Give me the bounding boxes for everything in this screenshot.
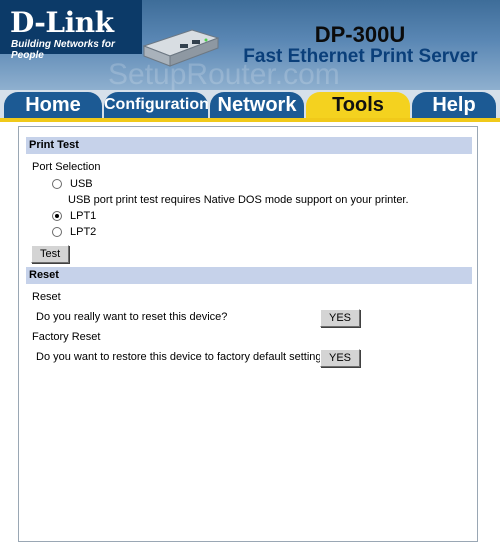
port-option-lpt1[interactable]: LPT1 bbox=[26, 208, 472, 224]
tab-tools[interactable]: Tools bbox=[306, 92, 410, 118]
nav-underline bbox=[0, 118, 500, 122]
tab-home[interactable]: Home bbox=[4, 92, 102, 118]
reset-question: Do you really want to reset this device? bbox=[36, 311, 228, 323]
port-selection-label: Port Selection bbox=[32, 161, 101, 173]
factory-yes-button[interactable]: YES bbox=[320, 349, 361, 367]
lpt1-label: LPT1 bbox=[70, 210, 97, 222]
print-test-heading: Print Test bbox=[26, 137, 472, 154]
header-banner: SetupRouter.com D-Link Building Networks… bbox=[0, 0, 500, 90]
dlink-logo: D-Link bbox=[10, 6, 114, 39]
factory-question: Do you want to restore this device to fa… bbox=[36, 351, 328, 363]
factory-reset-label: Factory Reset bbox=[32, 331, 101, 343]
lpt2-radio[interactable] bbox=[52, 227, 62, 237]
reset-yes-button[interactable]: YES bbox=[320, 309, 361, 327]
tab-network[interactable]: Network bbox=[210, 92, 304, 118]
tab-configuration[interactable]: Configuration bbox=[104, 92, 209, 118]
reset-label: Reset bbox=[32, 291, 61, 303]
tab-help[interactable]: Help bbox=[412, 92, 496, 118]
usb-radio[interactable] bbox=[52, 179, 62, 189]
usb-label: USB bbox=[70, 178, 93, 190]
reset-question-row: Do you really want to reset this device?… bbox=[26, 306, 472, 328]
print-server-device-icon bbox=[142, 29, 220, 67]
content-area: Print Test Port Selection USB USB port p… bbox=[26, 137, 472, 368]
model-name: DP-300U bbox=[314, 22, 406, 47]
port-option-lpt2[interactable]: LPT2 bbox=[26, 224, 472, 240]
lpt2-label: LPT2 bbox=[70, 226, 97, 238]
lpt1-radio[interactable] bbox=[52, 211, 62, 221]
test-button[interactable]: Test bbox=[31, 245, 70, 263]
product-name: Fast Ethernet Print Server bbox=[243, 46, 478, 67]
logo-tagline: Building Networks for People bbox=[11, 39, 115, 61]
logo-box: D-Link Building Networks for People bbox=[0, 0, 142, 61]
factory-question-row: Do you want to restore this device to fa… bbox=[26, 346, 472, 368]
usb-note: USB port print test requires Native DOS … bbox=[68, 194, 409, 206]
nav-bar: Home Configuration Network Tools Help bbox=[0, 90, 500, 120]
reset-heading: Reset bbox=[26, 267, 472, 284]
page: SetupRouter.com D-Link Building Networks… bbox=[0, 0, 500, 560]
test-button-row: Test bbox=[26, 240, 472, 267]
port-option-usb[interactable]: USB bbox=[26, 176, 472, 192]
